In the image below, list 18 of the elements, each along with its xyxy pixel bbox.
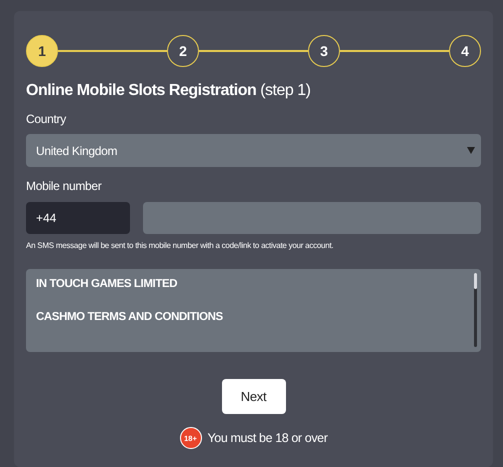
step-circle: 2 — [167, 35, 199, 67]
terms-heading: CASHMO TERMS AND CONDITIONS — [36, 311, 223, 323]
mobile-number-field[interactable] — [143, 202, 481, 234]
terms-box[interactable]: IN TOUCH GAMES LIMITED CASHMO TERMS AND CONDITIONS — [26, 269, 481, 352]
scrollbar[interactable] — [474, 273, 477, 347]
step-circle: 3 — [308, 35, 340, 67]
page-title: Online Mobile Slots Registration (step 1) — [26, 82, 312, 100]
caret-icon — [467, 147, 475, 154]
step-circle: 4 — [449, 35, 481, 67]
field-label: Mobile number — [26, 179, 102, 193]
age-notice: You must be 18 or over — [208, 431, 328, 445]
hint-text: An SMS message will be sent to this mobile number with a code/link to activate your account. — [26, 241, 334, 250]
next-button[interactable]: Next — [222, 379, 286, 414]
country-select[interactable]: United Kingdom — [26, 134, 481, 167]
country-code-field[interactable]: +44 — [26, 202, 130, 234]
field-label: Country — [26, 112, 66, 126]
terms-heading: IN TOUCH GAMES LIMITED — [36, 278, 178, 290]
step-circle: 1 — [26, 35, 58, 67]
